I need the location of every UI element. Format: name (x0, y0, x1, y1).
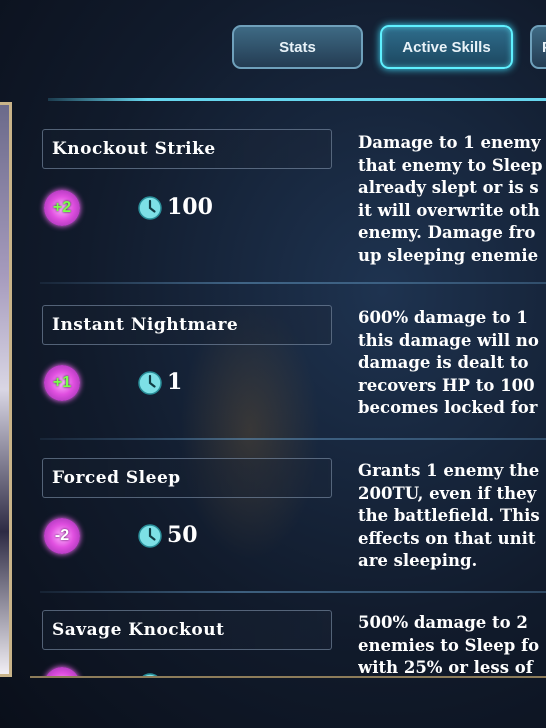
tab-stats[interactable]: Stats (232, 25, 363, 69)
skill-item-knockout-strike[interactable]: Knockout Strike +2 100 Damage to 1 enemy… (0, 102, 546, 272)
skill-description: 500% damage to 2 enemies to Sleep fo wit… (358, 613, 540, 676)
skill-item-savage-knockout[interactable]: Savage Knockout 500% damage to 2 enemies… (0, 586, 546, 676)
skill-tu-cost: 100 (167, 194, 213, 220)
tab-active-skills[interactable]: Active Skills (380, 25, 513, 69)
skill-item-forced-sleep[interactable]: Forced Sleep -2 50 Grants 1 enemy the 20… (0, 433, 546, 603)
skill-tu-cost: 50 (167, 522, 198, 548)
header-divider (48, 98, 546, 101)
clock-icon (138, 524, 162, 548)
skill-description: 600% damage to 1 this damage will no dam… (358, 308, 539, 418)
skill-name: Knockout Strike (42, 129, 332, 169)
skill-tu-cost: 1 (167, 369, 183, 395)
panel-bottom-border (30, 676, 546, 678)
clock-icon (138, 371, 162, 395)
skill-description: Grants 1 enemy the 200TU, even if they t… (358, 461, 540, 571)
skill-modifier-badge: -2 (44, 518, 80, 554)
skill-description: Damage to 1 enemy that enemy to Sleep al… (358, 133, 543, 265)
tab-passive-skills[interactable]: P (530, 25, 546, 69)
skill-modifier-badge: +1 (44, 365, 80, 401)
clock-icon (138, 196, 162, 220)
skill-item-instant-nightmare[interactable]: Instant Nightmare +1 1 600% damage to 1 … (0, 277, 546, 447)
skill-modifier-badge (44, 667, 80, 676)
skill-name: Instant Nightmare (42, 305, 332, 345)
skill-list[interactable]: Knockout Strike +2 100 Damage to 1 enemy… (0, 102, 546, 676)
skill-modifier-badge: +2 (44, 190, 80, 226)
skill-name: Forced Sleep (42, 458, 332, 498)
skill-name: Savage Knockout (42, 610, 332, 650)
